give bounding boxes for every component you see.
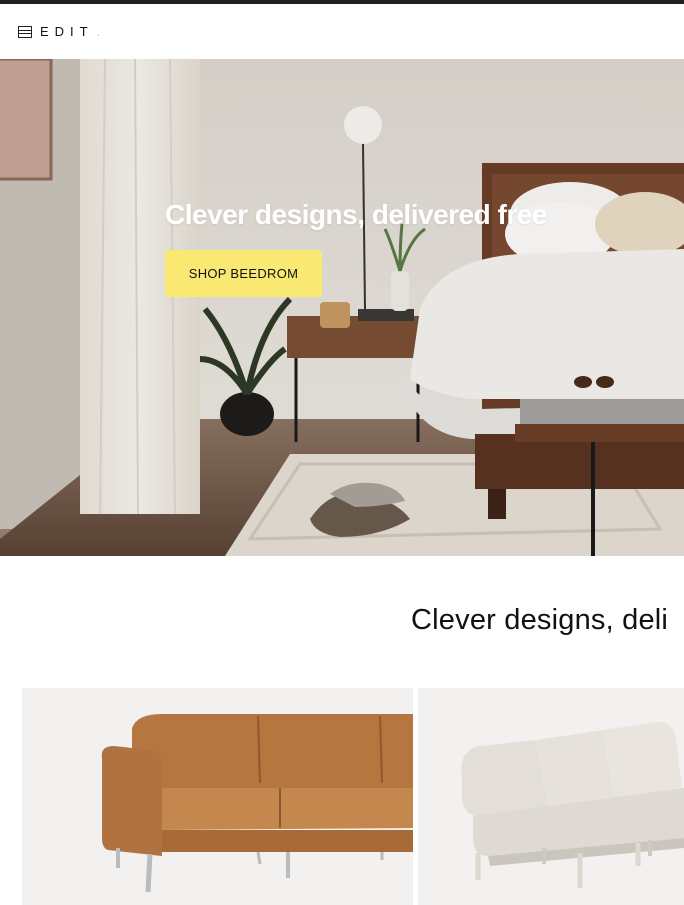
- hero-banner: Clever designs, delivered free SHOP BEED…: [0, 59, 684, 556]
- hero-bedroom-image: [0, 59, 684, 556]
- section-heading: Clever designs, deli: [411, 604, 669, 636]
- leather-sofa-image: [101, 714, 413, 893]
- logo-text: EDIT: [40, 24, 94, 39]
- logo[interactable]: EDIT .: [18, 24, 100, 39]
- product-card-leather-sofa[interactable]: [22, 688, 413, 905]
- hero-title: Clever designs, delivered free: [165, 199, 547, 230]
- grid-logo-icon: [18, 25, 32, 38]
- product-card-cream-sofa[interactable]: [418, 688, 684, 905]
- shop-bedroom-button[interactable]: SHOP BEEDROM: [165, 250, 322, 297]
- cream-sofa-image: [461, 722, 684, 888]
- site-header: EDIT .: [0, 4, 684, 59]
- logo-dot: .: [96, 24, 100, 39]
